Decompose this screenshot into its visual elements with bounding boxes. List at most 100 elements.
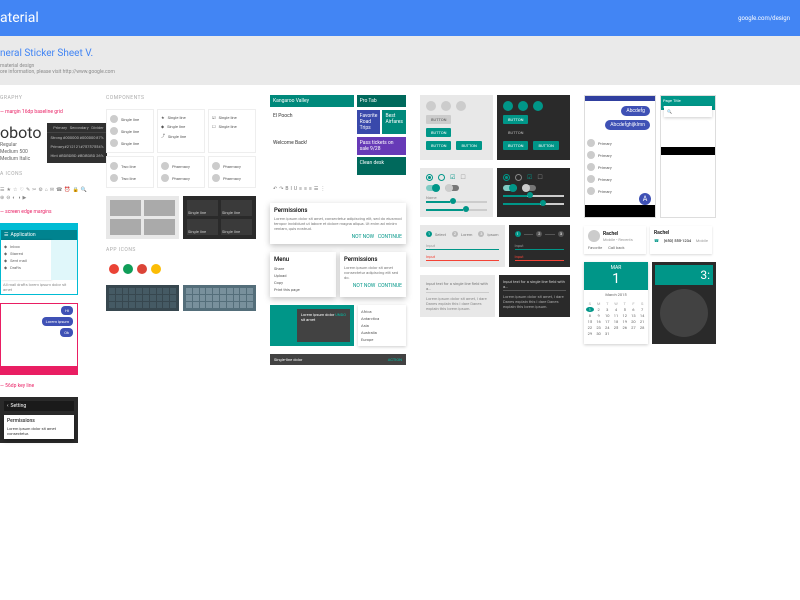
fab-button[interactable]	[518, 101, 528, 111]
grid-tile[interactable]: Single line	[221, 200, 252, 216]
list-item[interactable]: Pharmacy	[212, 160, 252, 172]
input-bar[interactable]	[1, 366, 77, 374]
keyboard-key[interactable]	[143, 302, 149, 308]
dialog-ok-button[interactable]: CONTINUE	[378, 234, 402, 240]
keyboard-key[interactable]	[200, 302, 206, 308]
cal-date[interactable]: 25	[612, 325, 620, 330]
card-elpooch[interactable]: El Pooch	[270, 110, 354, 134]
dropdown-item[interactable]: Europe	[361, 336, 403, 343]
checkbox[interactable]: ☐	[460, 174, 465, 181]
keyboard-key[interactable]	[240, 288, 246, 294]
raised-button[interactable]: BUTTON	[503, 141, 528, 150]
grid-tile[interactable]: Single line	[221, 219, 252, 235]
text-field-error[interactable]: Input	[515, 254, 564, 261]
keyboard-key[interactable]	[163, 288, 169, 294]
list-item[interactable]: Primary	[587, 161, 653, 173]
date-picker[interactable]: MAR 1 March 2015 SMTWTFS1234567891011121…	[584, 262, 648, 344]
keyboard-key[interactable]	[143, 288, 149, 294]
list-item[interactable]: Primary	[587, 173, 653, 185]
fab-button[interactable]	[533, 101, 543, 111]
grid-tile[interactable]	[110, 200, 141, 216]
keyboard-key[interactable]	[109, 295, 115, 301]
cal-date[interactable]: 23	[595, 325, 603, 330]
keyboard-key[interactable]	[193, 302, 199, 308]
fab-button[interactable]	[441, 101, 451, 111]
list-item[interactable]: Pharmacy	[212, 172, 252, 184]
keyboard-key[interactable]	[186, 302, 192, 308]
keyboard-key[interactable]	[206, 288, 212, 294]
keyboard-key[interactable]	[234, 288, 240, 294]
dialog-cancel-button[interactable]: NOT NOW	[352, 234, 375, 240]
cal-date[interactable]: 29	[586, 331, 594, 336]
raised-button[interactable]: BUTTON	[426, 115, 451, 124]
clock-face[interactable]	[660, 289, 708, 337]
dropdown-menu[interactable]: AfricaAntarcticaAsiaAustraliaEurope	[358, 305, 406, 346]
switch-on[interactable]	[426, 185, 440, 191]
keyboard-key[interactable]	[116, 302, 122, 308]
card-airfares[interactable]: Best Airfares	[382, 110, 406, 134]
list-item[interactable]: ◆Single line	[161, 122, 201, 131]
cal-date[interactable]: 11	[612, 313, 620, 318]
tab[interactable]: ONE ONE	[694, 105, 707, 109]
drawer-item[interactable]: ◆Starred	[4, 250, 48, 257]
cal-date[interactable]: 14	[638, 313, 646, 318]
switch-off[interactable]	[445, 185, 459, 191]
grid-tile[interactable]: Single line	[187, 200, 218, 216]
keyboard-light[interactable]	[183, 285, 256, 311]
dropdown-item[interactable]: Antarctica	[361, 315, 403, 322]
dropdown-item[interactable]: Asia	[361, 322, 403, 329]
keyboard-key[interactable]	[220, 288, 226, 294]
keyboard-key[interactable]	[136, 302, 142, 308]
list-item[interactable]: ★Single line	[161, 113, 201, 122]
toolbar-button[interactable]: B	[285, 186, 288, 192]
cal-date[interactable]: 18	[612, 319, 620, 324]
list-item[interactable]: Two line	[110, 172, 150, 184]
keyboard-key[interactable]	[206, 302, 212, 308]
slider[interactable]	[426, 209, 487, 211]
keyboard-key[interactable]	[227, 302, 233, 308]
keyboard-key[interactable]	[240, 302, 246, 308]
radio-button[interactable]	[503, 174, 510, 181]
stepper[interactable]: 1Select 2Lorem 3Ipsum	[426, 231, 499, 237]
toolbar-button[interactable]: ↷	[279, 186, 283, 192]
dialog-notnow-button[interactable]: NOT NOW	[353, 283, 376, 289]
grid-tile[interactable]	[110, 219, 141, 235]
card-protab[interactable]: Pro Tab	[357, 95, 406, 107]
text-field[interactable]: Input text for a single line field with …	[426, 281, 489, 293]
menu-item[interactable]: Upload	[274, 272, 332, 279]
switch-off[interactable]	[522, 185, 536, 191]
toolbar-button[interactable]: U	[294, 186, 297, 192]
keyboard-key[interactable]	[129, 295, 135, 301]
back-icon[interactable]: ‹	[7, 403, 9, 409]
cal-grid[interactable]: SMTWTFS123456789101112131415161718192021…	[584, 299, 648, 338]
menu-icon[interactable]: ☰	[4, 232, 8, 238]
cal-date[interactable]: 26	[621, 325, 629, 330]
list-item[interactable]: Single line	[110, 113, 150, 125]
chip[interactable]: Abcdefghijklmn	[605, 120, 650, 130]
list-item[interactable]: Two line	[110, 160, 150, 172]
keyboard-key[interactable]	[109, 288, 115, 294]
radio-button[interactable]	[438, 174, 445, 181]
keyboard-key[interactable]	[123, 288, 129, 294]
keyboard-key[interactable]	[163, 295, 169, 301]
drawer-item[interactable]: ◆Drafts	[4, 264, 48, 271]
list-item[interactable]: Single line	[110, 125, 150, 137]
cal-date[interactable]: 22	[586, 325, 594, 330]
text-field[interactable]: Input	[426, 243, 499, 250]
keyboard-key[interactable]	[129, 302, 135, 308]
hangouts-icon[interactable]	[123, 264, 133, 274]
keyboard-key[interactable]	[206, 295, 212, 301]
keyboard-key[interactable]	[163, 302, 169, 308]
keyboard-key[interactable]	[186, 288, 192, 294]
cal-date[interactable]: 3	[603, 307, 611, 312]
card-welcome[interactable]: Welcome Back!	[270, 137, 354, 175]
snack-action-button[interactable]: ACTION	[388, 357, 402, 362]
grid-tile[interactable]: Single line	[187, 219, 218, 235]
keyboard-key[interactable]	[234, 295, 240, 301]
cal-date[interactable]: 6	[630, 307, 638, 312]
toolbar-button[interactable]: ↶	[273, 186, 277, 192]
toolbar-button[interactable]: ≡	[299, 186, 302, 192]
menu-item[interactable]: Share	[274, 265, 332, 272]
cal-date[interactable]: 13	[630, 313, 638, 318]
keyboard-key[interactable]	[150, 295, 156, 301]
